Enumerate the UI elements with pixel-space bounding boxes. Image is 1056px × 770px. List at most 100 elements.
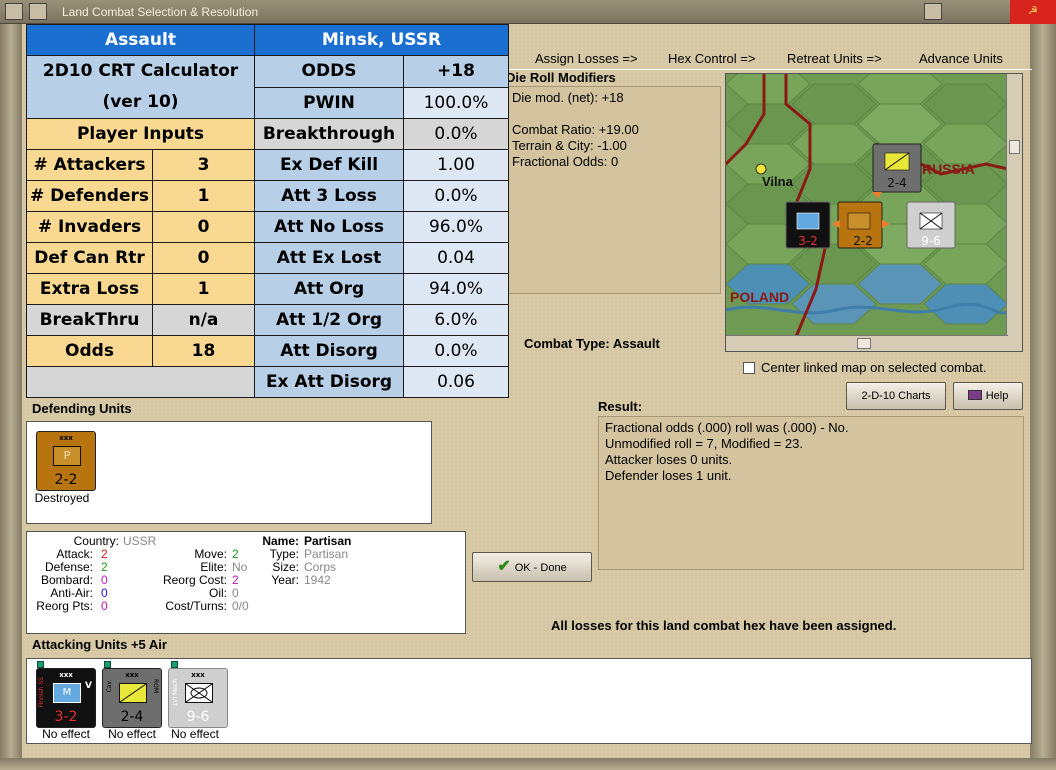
- drm-panel: Die mod. (net): +18 Combat Ratio: +19.00…: [508, 86, 721, 294]
- map-horizontal-thumb[interactable]: [857, 338, 871, 349]
- map-city-label: Vilna: [762, 174, 794, 189]
- crt-calculator-table: Assault Minsk, USSR 2D10 CRT Calculator …: [26, 24, 509, 398]
- crt-result-label: Att Ex Lost: [254, 242, 404, 274]
- attacking-unit-counter[interactable]: xxx Cav ROM 2-4: [102, 668, 162, 728]
- crt-result-label: Att 3 Loss: [254, 180, 404, 212]
- charts-button[interactable]: 2-D-10 Charts: [846, 382, 946, 410]
- ok-done-button[interactable]: ✔ OK - Done: [472, 552, 592, 582]
- status-indicator-icon: [37, 661, 44, 668]
- crt-result-label: Att Disorg: [254, 335, 404, 367]
- attacking-units-title: Attacking Units +5 Air: [32, 637, 167, 652]
- status-indicator-icon: [104, 661, 111, 668]
- input-label: # Attackers: [26, 149, 153, 181]
- map-country-label: POLAND: [730, 289, 789, 305]
- crt-result-label: Att No Loss: [254, 211, 404, 243]
- combat-type-label: Combat Type: Assault: [524, 336, 660, 351]
- unit-side-label: Finnish SS: [38, 677, 45, 708]
- mechanized-symbol-icon: [185, 683, 213, 703]
- attacking-unit-counter[interactable]: xxx LVI Mech 9-6: [168, 668, 228, 728]
- title-bar: Land Combat Selection & Resolution ☭: [0, 0, 1056, 24]
- hammer-sickle-icon: ☭: [1028, 5, 1038, 17]
- crt-result-label: Ex Def Kill: [254, 149, 404, 181]
- partisan-symbol-icon: P: [53, 446, 81, 466]
- map-unit-strength: 2-4: [887, 176, 907, 190]
- attacking-units-panel: xxx M V Finnish SS 3-2 No effect xxx Cav…: [26, 658, 1032, 744]
- crt-calc-title: 2D10 CRT Calculator: [42, 61, 239, 81]
- map-unit-2-2[interactable]: 2-2: [837, 201, 883, 249]
- minimize-button[interactable]: [29, 3, 47, 20]
- attacking-unit-caption: No effect: [171, 727, 219, 741]
- crt-result-value: 96.0%: [403, 211, 509, 243]
- unit-strength: 2-4: [120, 709, 144, 725]
- crt-result-value: 0.0%: [403, 118, 509, 150]
- result-line: Unmodified roll = 7, Modified = 23.: [605, 436, 803, 451]
- input-value: 0: [152, 211, 255, 243]
- window-title: Land Combat Selection & Resolution: [62, 5, 259, 19]
- checkmark-icon: ✔: [497, 558, 511, 575]
- unit-side-label: LVI Mech: [172, 679, 179, 706]
- result-line: Fractional odds (.000) roll was (.000) -…: [605, 420, 849, 435]
- crt-result-label: PWIN: [254, 86, 404, 119]
- center-map-checkbox[interactable]: [743, 362, 755, 374]
- status-indicator-icon: [171, 661, 178, 668]
- map-unit-3-2[interactable]: 3-2: [785, 201, 831, 249]
- map-unit-strength: 9-6: [921, 234, 941, 248]
- map-country-label: RUSSIA: [922, 161, 975, 177]
- defending-units-title: Defending Units: [32, 401, 132, 416]
- crt-result-value: 94.0%: [403, 273, 509, 305]
- crt-result-label: Breakthrough: [254, 118, 404, 150]
- map-vertical-scrollbar[interactable]: [1006, 74, 1022, 351]
- drm-line: Fractional Odds: 0: [512, 154, 619, 169]
- attacking-unit-counter[interactable]: xxx M V Finnish SS 3-2: [36, 668, 96, 728]
- input-value: 3: [152, 149, 255, 181]
- country-value: USSR: [123, 534, 157, 548]
- map-vertical-thumb[interactable]: [1009, 140, 1020, 154]
- crt-result-value: 6.0%: [403, 304, 509, 336]
- crt-result-value: 0.0%: [403, 180, 509, 212]
- system-menu-button[interactable]: [5, 3, 23, 20]
- help-button[interactable]: Help: [953, 382, 1023, 410]
- tab-advance-units[interactable]: Advance Units: [919, 51, 1003, 66]
- drm-line: Terrain & City: -1.00: [512, 138, 627, 153]
- drm-line: Die mod. (net): +18: [512, 90, 624, 105]
- status-message: All losses for this land combat hex have…: [551, 618, 897, 633]
- map-horizontal-scrollbar[interactable]: [726, 335, 1008, 351]
- map-hexes: Vilna RUSSIA POLAND 3-2 2-4 2-2 9-6: [726, 74, 1009, 338]
- crt-result-label: ODDS: [254, 55, 404, 88]
- year-value: 1942: [304, 573, 331, 587]
- tab-hex-control[interactable]: Hex Control =>: [668, 51, 755, 66]
- crt-header-right: Minsk, USSR: [254, 24, 509, 56]
- unit-strength: 9-6: [186, 709, 210, 725]
- defending-unit-counter[interactable]: xxx P 2-2: [36, 431, 96, 491]
- drm-line: Combat Ratio: +19.00: [512, 122, 639, 137]
- cavalry-symbol-icon: [119, 683, 147, 703]
- input-value: 1: [152, 273, 255, 305]
- player-inputs-label: Player Inputs: [26, 118, 255, 150]
- unit-strength: 2-2: [54, 472, 78, 488]
- tab-assign-losses[interactable]: Assign Losses =>: [535, 51, 638, 66]
- book-icon: [967, 390, 982, 400]
- center-map-option[interactable]: Center linked map on selected combat.: [743, 360, 986, 375]
- crt-header-left: Assault: [26, 24, 255, 56]
- crt-calc-version: (ver 10): [102, 92, 179, 112]
- close-button[interactable]: ☭: [1010, 0, 1056, 24]
- unit-size: xxx: [59, 434, 73, 442]
- input-value: 1: [152, 180, 255, 212]
- ok-done-label: OK - Done: [514, 562, 567, 574]
- map-unit-2-4[interactable]: 2-4: [872, 143, 922, 193]
- map-unit-strength: 3-2: [798, 234, 818, 248]
- input-label: Odds: [26, 335, 153, 367]
- cost-turns-value: 0/0: [232, 599, 249, 613]
- drm-title: Die Roll Modifiers: [506, 70, 616, 85]
- crt-result-value: 0.06: [403, 366, 509, 398]
- unit-info-panel: Country: USSR Attack: 2 Defense: 2 Bomba…: [26, 531, 466, 634]
- tab-retreat-units[interactable]: Retreat Units =>: [787, 51, 882, 66]
- restore-button[interactable]: [924, 3, 942, 20]
- crt-result-value: +18: [403, 55, 509, 88]
- tactical-map[interactable]: Vilna RUSSIA POLAND 3-2 2-4 2-2 9-6: [725, 73, 1023, 352]
- result-line: Attacker loses 0 units.: [605, 452, 733, 467]
- input-label: # Invaders: [26, 211, 153, 243]
- crt-result-label: Att Org: [254, 273, 404, 305]
- map-unit-9-6[interactable]: 9-6: [906, 201, 956, 249]
- map-unit-strength: 2-2: [853, 234, 873, 248]
